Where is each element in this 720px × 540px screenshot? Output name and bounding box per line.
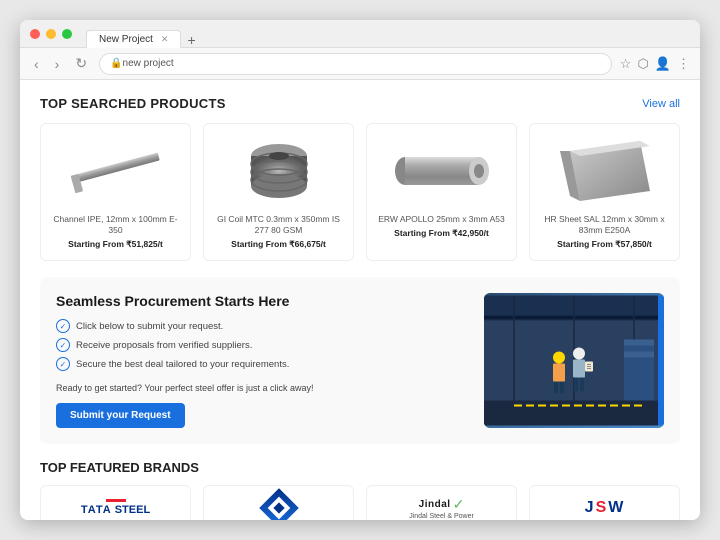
- product-image-coil: [212, 136, 345, 206]
- jsw-logo: J S W: [585, 499, 625, 517]
- profile-icon[interactable]: 👤: [655, 56, 671, 72]
- submit-request-button[interactable]: Submit your Request: [56, 403, 185, 428]
- diamond-core: [273, 502, 284, 513]
- jsw-text-s: S: [596, 499, 608, 517]
- minimize-button[interactable]: [46, 29, 56, 39]
- tab-title: New Project: [99, 34, 153, 45]
- procurement-section: Seamless Procurement Starts Here ✓ Click…: [40, 277, 680, 444]
- lock-icon: 🔒: [110, 58, 122, 69]
- jsw-text-j: J: [585, 499, 595, 517]
- browser-toolbar: ‹ › ↻ 🔒 new project ☆ ⬡ 👤 ⋮: [20, 48, 700, 80]
- check-icon-3: ✓: [56, 357, 70, 371]
- product-card-coil[interactable]: GI Coil MTC 0.3mm x 350mm IS 277 80 GSM …: [203, 123, 354, 261]
- diamond-icon: [259, 488, 299, 520]
- brand-card-diamond[interactable]: [203, 485, 354, 520]
- tab-bar: New Project ✕ +: [86, 20, 202, 48]
- procurement-title: Seamless Procurement Starts Here: [56, 293, 468, 309]
- checklist-item-2: ✓ Receive proposals from verified suppli…: [56, 338, 468, 352]
- product-price-sheet: Starting From ₹57,850/t: [557, 239, 652, 250]
- diamond-logo: [265, 494, 293, 520]
- procurement-left: Seamless Procurement Starts Here ✓ Click…: [56, 293, 468, 428]
- product-price-channel: Starting From ₹51,825/t: [68, 239, 163, 250]
- jindal-logo: Jindal ✓ Jindal Steel & Power: [409, 496, 474, 520]
- browser-window: New Project ✕ + ‹ › ↻ 🔒 new project ☆ ⬡ …: [20, 20, 700, 520]
- address-bar[interactable]: 🔒 new project: [99, 53, 612, 75]
- jindal-text: Jindal: [419, 499, 451, 510]
- brands-grid: TATA STEEL: [40, 485, 680, 520]
- brand-card-jsw[interactable]: J S W: [529, 485, 680, 520]
- product-card-pipe[interactable]: ERW APOLLO 25mm x 3mm A53 Starting From …: [366, 123, 517, 261]
- product-name-pipe: ERW APOLLO 25mm x 3mm A53: [378, 214, 504, 225]
- brands-section: TOP FEATURED BRANDS TATA STEEL: [40, 460, 680, 520]
- product-price-pipe: Starting From ₹42,950/t: [394, 228, 489, 239]
- page-content: TOP SEARCHED PRODUCTS View all: [20, 80, 700, 520]
- jindal-top: Jindal ✓: [419, 496, 465, 513]
- back-button[interactable]: ‹: [30, 54, 43, 74]
- checklist-item-3: ✓ Secure the best deal tailored to your …: [56, 357, 468, 371]
- browser-titlebar: New Project ✕ +: [20, 20, 700, 48]
- product-price-coil: Starting From ₹66,675/t: [231, 239, 326, 250]
- forward-button[interactable]: ›: [51, 54, 64, 74]
- close-button[interactable]: [30, 29, 40, 39]
- product-image-channel: [49, 136, 182, 206]
- steel-text: STEEL: [115, 504, 150, 516]
- top-products-header: TOP SEARCHED PRODUCTS View all: [40, 96, 680, 111]
- diamond-inner: [267, 496, 290, 519]
- brand-card-tata[interactable]: TATA STEEL: [40, 485, 191, 520]
- product-card-sheet[interactable]: HR Sheet SAL 12mm x 30mm x 83mm E250A St…: [529, 123, 680, 261]
- view-all-link[interactable]: View all: [642, 98, 680, 110]
- url-text: new project: [123, 58, 174, 69]
- procurement-image: [484, 293, 664, 428]
- toolbar-actions: ☆ ⬡ 👤 ⋮: [620, 56, 690, 72]
- tata-steel-logo: TATA STEEL: [81, 499, 150, 516]
- extension-icon[interactable]: ⬡: [637, 56, 648, 72]
- cta-text: Ready to get started? Your perfect steel…: [56, 383, 468, 393]
- product-image-pipe: [375, 136, 508, 206]
- tata-bar: [106, 499, 126, 502]
- tata-text: TATA: [81, 504, 112, 516]
- brands-title: TOP FEATURED BRANDS: [40, 460, 680, 475]
- products-grid: Channel IPE, 12mm x 100mm E-350 Starting…: [40, 123, 680, 261]
- product-name-coil: GI Coil MTC 0.3mm x 350mm IS 277 80 GSM: [212, 214, 345, 236]
- tab-close-icon[interactable]: ✕: [161, 34, 169, 45]
- product-image-sheet: [538, 136, 671, 206]
- product-name-channel: Channel IPE, 12mm x 100mm E-350: [49, 214, 182, 236]
- active-tab[interactable]: New Project ✕: [86, 30, 181, 48]
- menu-icon[interactable]: ⋮: [677, 56, 690, 72]
- jsw-text-w: W: [608, 499, 624, 517]
- jindal-check-icon: ✓: [453, 496, 465, 513]
- product-name-sheet: HR Sheet SAL 12mm x 30mm x 83mm E250A: [538, 214, 671, 236]
- brand-card-jindal[interactable]: Jindal ✓ Jindal Steel & Power: [366, 485, 517, 520]
- top-products-title: TOP SEARCHED PRODUCTS: [40, 96, 226, 111]
- procurement-checklist: ✓ Click below to submit your request. ✓ …: [56, 319, 468, 371]
- bookmark-icon[interactable]: ☆: [620, 56, 632, 72]
- maximize-button[interactable]: [62, 29, 72, 39]
- check-icon-2: ✓: [56, 338, 70, 352]
- checklist-item-1: ✓ Click below to submit your request.: [56, 319, 468, 333]
- new-tab-button[interactable]: +: [181, 32, 201, 48]
- jindal-sub-text: Jindal Steel & Power: [409, 513, 474, 520]
- check-icon-1: ✓: [56, 319, 70, 333]
- product-card-channel[interactable]: Channel IPE, 12mm x 100mm E-350 Starting…: [40, 123, 191, 261]
- refresh-button[interactable]: ↻: [71, 53, 91, 74]
